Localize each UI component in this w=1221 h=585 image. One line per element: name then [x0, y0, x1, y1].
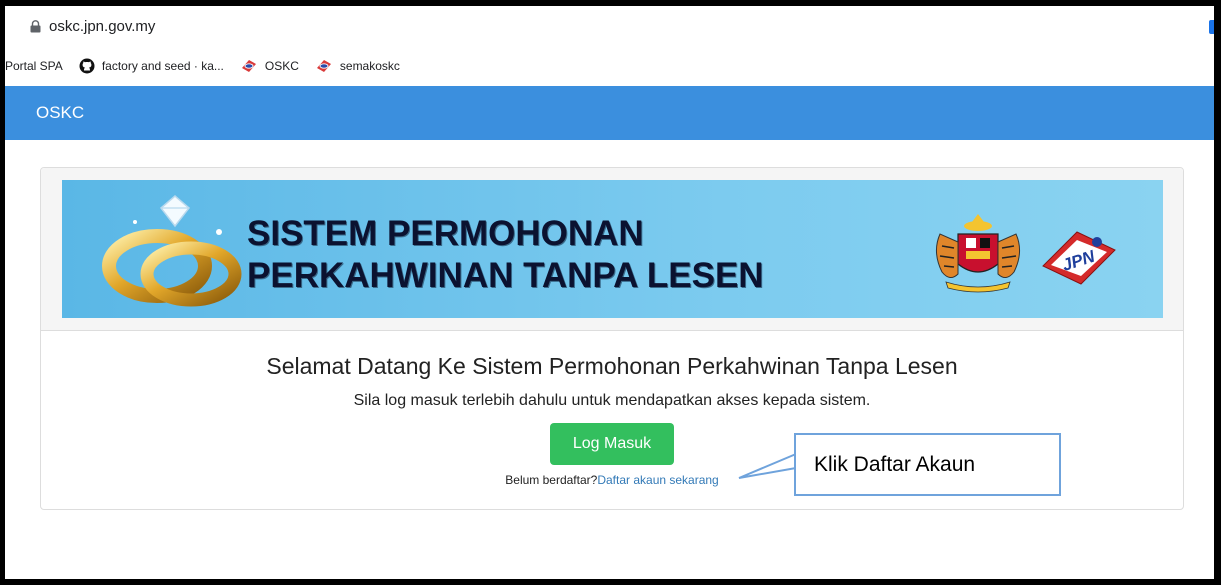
- bookmark-label: semakoskc: [339, 59, 400, 73]
- jpn-favicon-icon: [240, 59, 258, 73]
- register-link[interactable]: Daftar akaun sekarang: [597, 473, 718, 487]
- extension-indicator: [1209, 20, 1214, 34]
- wedding-rings-icon: [102, 195, 242, 307]
- callout-pointer: [738, 453, 797, 479]
- jpn-logo-icon: JPN: [1042, 231, 1116, 285]
- panel-heading: SISTEM PERMOHONAN PERKAHWINAN TANPA LESE…: [41, 168, 1183, 331]
- banner-title-line: SISTEM PERMOHONAN: [247, 214, 644, 253]
- callout-text: Klik Daftar Akaun: [814, 452, 976, 476]
- login-instruction: Sila log masuk terlebih dahulu untuk men…: [353, 392, 871, 409]
- coat-of-arms-icon: [936, 214, 1020, 293]
- banner-title: SISTEM PERMOHONAN PERKAHWINAN TANPA LESE…: [247, 213, 764, 297]
- top-navbar: OSKC: [5, 86, 1214, 140]
- welcome-heading: Selamat Datang Ke Sistem Permohonan Perk…: [266, 353, 958, 379]
- url-text[interactable]: oskc.jpn.gov.my: [49, 18, 155, 35]
- bookmark-label: factory and seed · ka...: [101, 59, 224, 73]
- lock-icon: [30, 19, 41, 33]
- browser-window: oskc.jpn.gov.my Portal SPA factory and s…: [5, 6, 1214, 579]
- address-bar[interactable]: oskc.jpn.gov.my: [5, 6, 1214, 46]
- bookmark-portal-spa[interactable]: Portal SPA: [5, 59, 63, 73]
- bookmark-label: OSKC: [264, 59, 299, 73]
- login-button[interactable]: Log Masuk: [550, 423, 674, 465]
- banner-title-line: PERKAHWINAN TANPA LESEN: [247, 256, 764, 295]
- system-banner: SISTEM PERMOHONAN PERKAHWINAN TANPA LESE…: [62, 180, 1163, 318]
- bookmark-label: Portal SPA: [5, 59, 63, 73]
- jpn-favicon-icon: [315, 59, 333, 73]
- annotation-callout: Klik Daftar Akaun: [794, 433, 1061, 496]
- navbar-brand[interactable]: OSKC: [36, 103, 84, 123]
- bookmark-semakoskc[interactable]: semakoskc: [315, 59, 400, 73]
- bookmarks-bar: Portal SPA factory and seed · ka... OSKC: [5, 46, 1214, 86]
- register-prompt: Belum berdaftar?: [505, 473, 598, 487]
- bookmark-factory-seed[interactable]: factory and seed · ka...: [79, 58, 224, 74]
- github-icon: [79, 58, 95, 74]
- bookmark-oskc[interactable]: OSKC: [240, 59, 299, 73]
